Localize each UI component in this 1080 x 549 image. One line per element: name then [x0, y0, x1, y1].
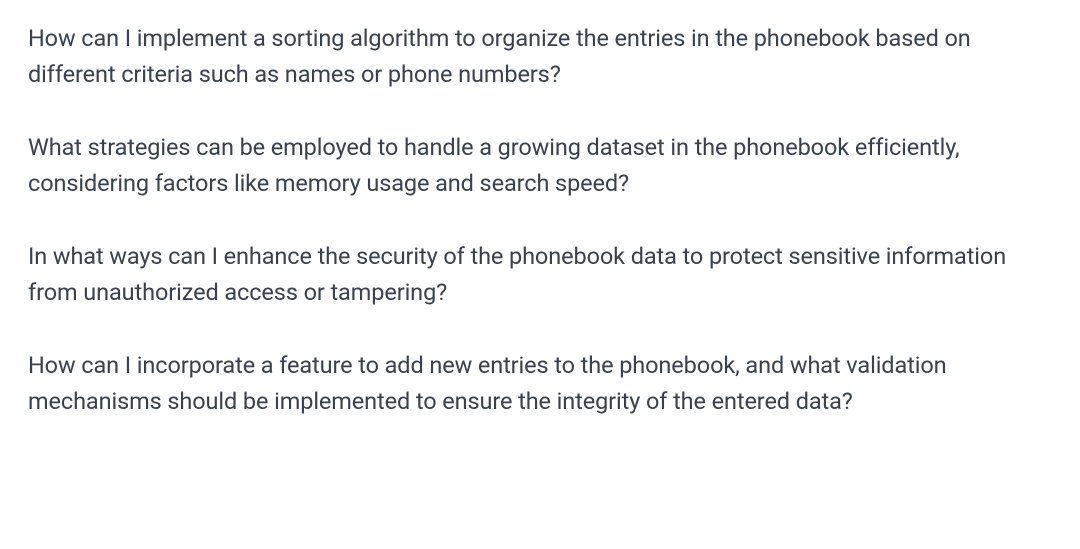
- paragraph-security: In what ways can I enhance the security …: [28, 238, 1052, 311]
- paragraph-scaling: What strategies can be employed to handl…: [28, 129, 1052, 202]
- document-body: How can I implement a sorting algorithm …: [0, 0, 1080, 439]
- paragraph-sorting: How can I implement a sorting algorithm …: [28, 20, 1052, 93]
- paragraph-add-entry: How can I incorporate a feature to add n…: [28, 347, 1052, 420]
